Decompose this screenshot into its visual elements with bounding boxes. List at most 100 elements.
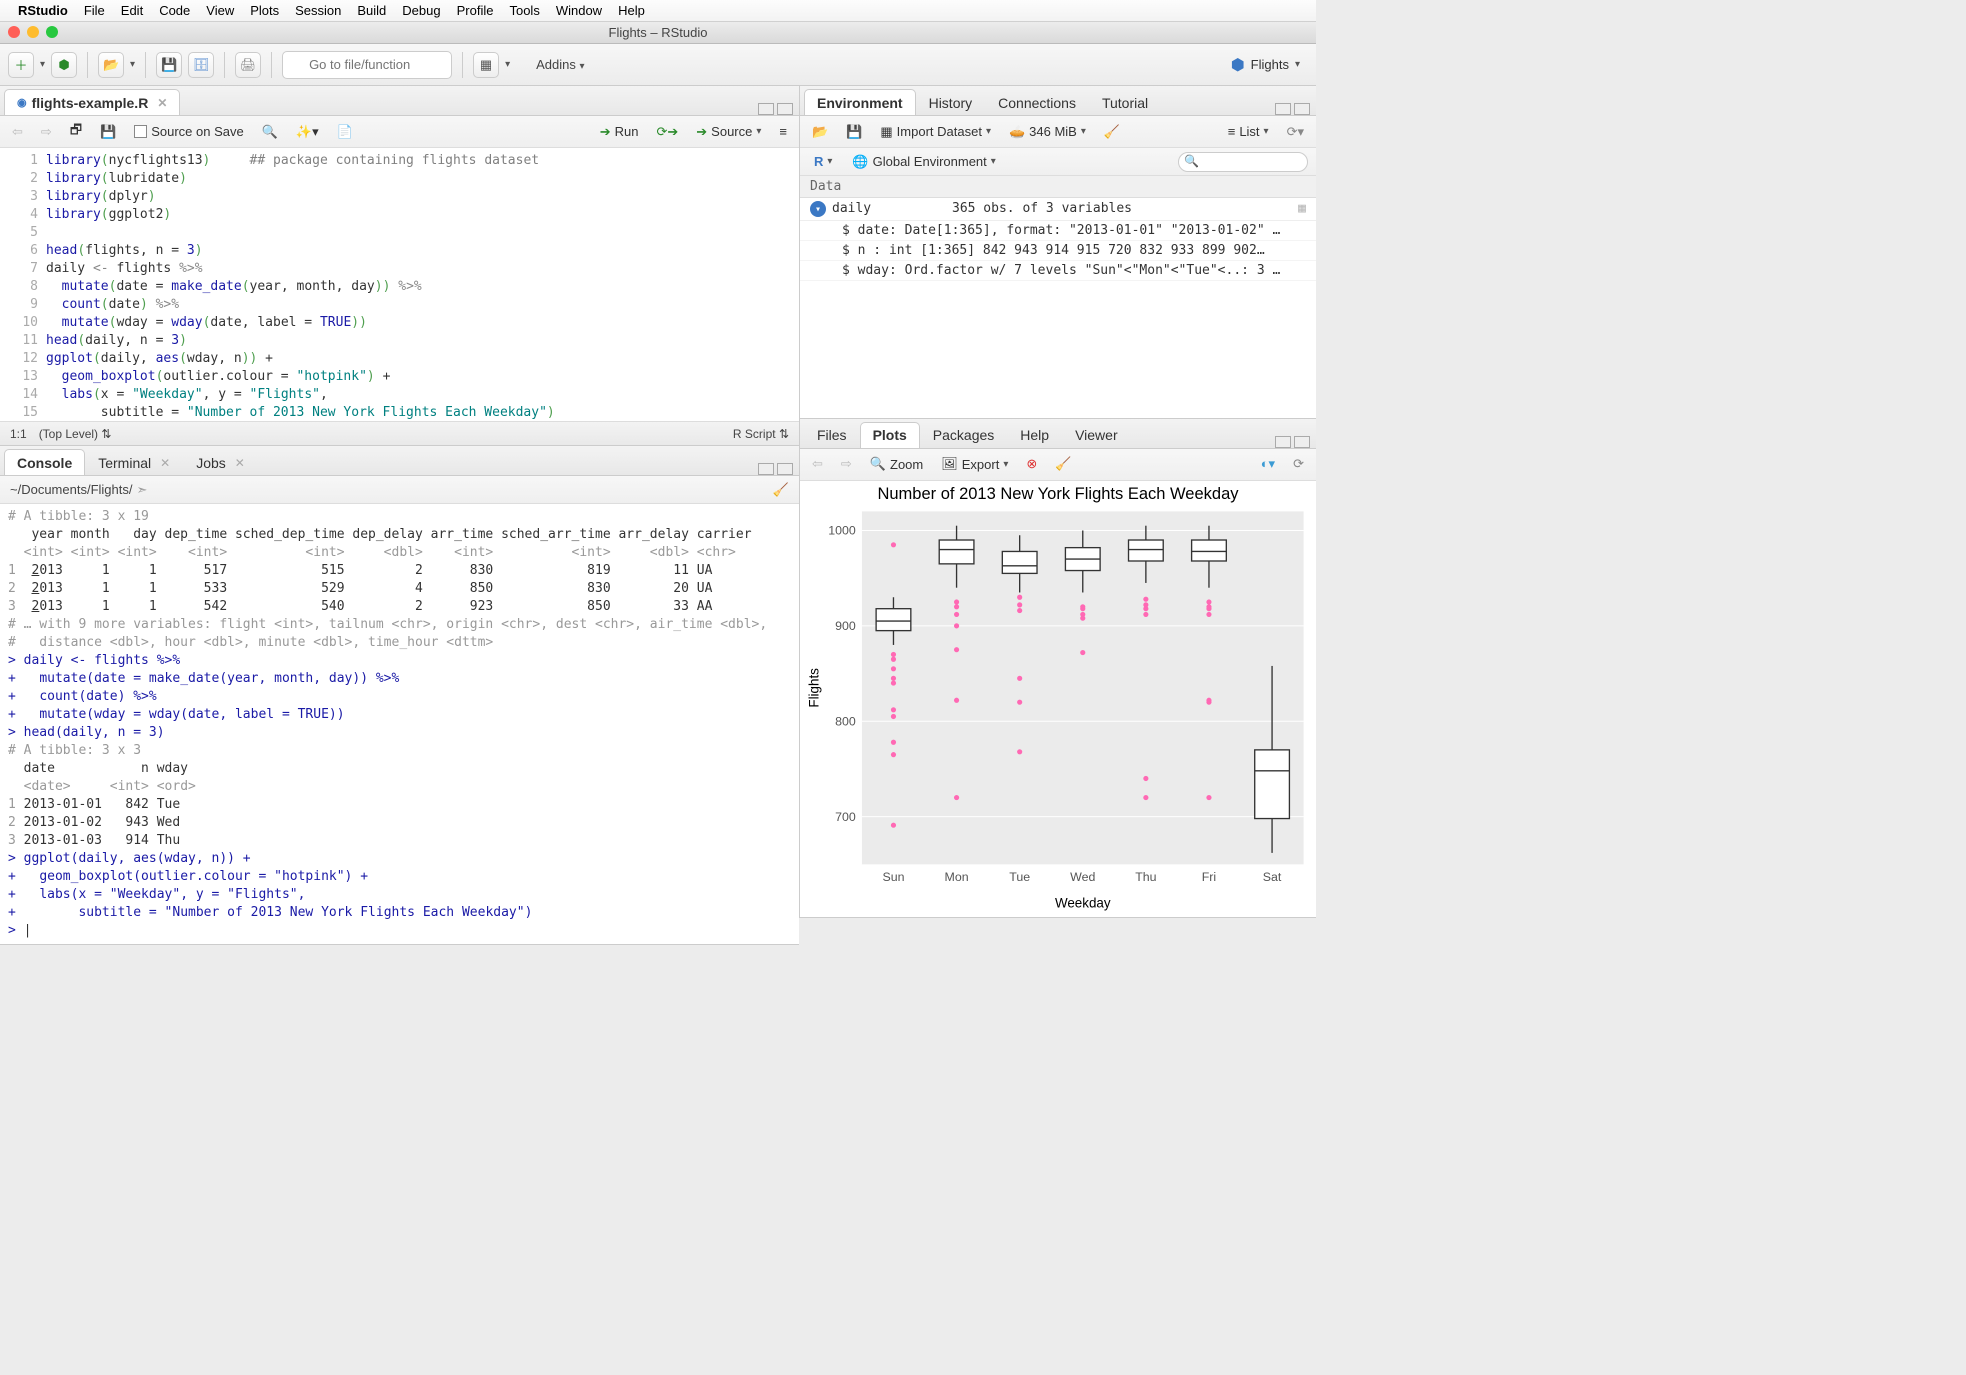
rerun-button[interactable]: ⟳➔	[650, 120, 684, 144]
history-tab[interactable]: History	[916, 89, 986, 115]
menu-tools[interactable]: Tools	[509, 3, 539, 18]
env-var-daily[interactable]: ▾ daily 365 obs. of 3 variables ▦	[800, 198, 1316, 221]
source-statusbar: 1:1 (Top Level) ⇅ R Script ⇅	[0, 421, 799, 445]
minimize-pane-button[interactable]	[758, 103, 774, 115]
help-tab[interactable]: Help	[1007, 422, 1062, 448]
menu-view[interactable]: View	[206, 3, 234, 18]
menu-help[interactable]: Help	[618, 3, 645, 18]
connections-tab[interactable]: Connections	[985, 89, 1089, 115]
source-button[interactable]: ➔Source ▾	[690, 120, 767, 144]
viewer-tab[interactable]: Viewer	[1062, 422, 1131, 448]
new-file-button[interactable]: ＋	[8, 52, 34, 78]
code-editor[interactable]: 12345678910111213141516 library(nycfligh…	[0, 148, 799, 421]
refresh-env-button[interactable]: ⟳▾	[1281, 120, 1310, 144]
close-tab-icon[interactable]: ✕	[157, 96, 167, 110]
menu-build[interactable]: Build	[357, 3, 386, 18]
jobs-tab[interactable]: Jobs✕	[183, 449, 258, 475]
print-button[interactable]: 🖨	[235, 52, 261, 78]
console-tab[interactable]: Console	[4, 449, 85, 475]
plots-tabbar: Files Plots Packages Help Viewer	[800, 419, 1316, 449]
remove-plot-button[interactable]: ⊗	[1020, 452, 1043, 476]
menu-plots[interactable]: Plots	[250, 3, 279, 18]
menu-code[interactable]: Code	[159, 3, 190, 18]
import-dataset-button[interactable]: ▦ Import Dataset ▾	[874, 120, 997, 144]
menu-edit[interactable]: Edit	[121, 3, 143, 18]
save-button[interactable]: 💾	[156, 52, 182, 78]
svg-text:700: 700	[835, 809, 856, 823]
refresh-plot-button[interactable]: ⟳	[1287, 452, 1310, 476]
show-in-new-window-button[interactable]: 🗗	[64, 120, 88, 144]
run-button[interactable]: ➔Run	[594, 120, 645, 144]
clear-plots-button[interactable]: 🧹	[1049, 452, 1077, 476]
svg-text:Tue: Tue	[1009, 869, 1030, 883]
language-scope[interactable]: R ▾	[808, 150, 838, 174]
save-all-button[interactable]: 🗄	[188, 52, 214, 78]
view-mode-button[interactable]: ≡ List ▾	[1222, 120, 1275, 144]
maximize-console-button[interactable]	[777, 463, 793, 475]
clear-env-button[interactable]: 🧹	[1098, 120, 1126, 144]
source-tab[interactable]: ◉ flights-example.R ✕	[4, 89, 180, 115]
environment-tab[interactable]: Environment	[804, 89, 916, 115]
minimize-env-button[interactable]	[1275, 103, 1291, 115]
expand-icon[interactable]: ▾	[810, 201, 826, 217]
window-zoom-button[interactable]	[46, 26, 58, 38]
grid-icon[interactable]: ▦	[1298, 201, 1306, 217]
plot-canvas: 7008009001000SunMonTueWedThuFriSatNumber…	[800, 481, 1316, 917]
project-name: Flights	[1251, 57, 1289, 72]
load-workspace-button[interactable]: 📂	[806, 120, 834, 144]
grid-button[interactable]: ▦	[473, 52, 499, 78]
publish-button[interactable]: ◐▾	[1255, 452, 1281, 476]
maximize-plots-button[interactable]	[1294, 436, 1310, 448]
tutorial-tab[interactable]: Tutorial	[1089, 89, 1161, 115]
main-toolbar: ＋▾ ⬢ 📂▾ 💾 🗄 🖨 ➣ ▦▾ Addins ▾ ⬢ Flights ▾	[0, 44, 1316, 86]
wand-button[interactable]: ✨▾	[290, 120, 325, 144]
outline-button[interactable]: ≡	[773, 120, 793, 144]
menu-session[interactable]: Session	[295, 3, 341, 18]
maximize-env-button[interactable]	[1294, 103, 1310, 115]
source-toolbar: ⇦ ⇨ 🗗 💾 Source on Save 🔍 ✨▾ 📄 ➔Run ⟳➔ ➔S…	[0, 116, 799, 148]
env-detail-wday: $ wday: Ord.factor w/ 7 levels "Sun"<"Mo…	[800, 261, 1316, 281]
working-directory[interactable]: ~/Documents/Flights/	[10, 482, 132, 497]
addins-menu[interactable]: Addins ▾	[526, 53, 594, 76]
terminal-tab[interactable]: Terminal✕	[85, 449, 183, 475]
scope-indicator[interactable]: (Top Level) ⇅	[39, 427, 112, 441]
compile-report-button[interactable]: 📄	[331, 120, 359, 144]
forward-button[interactable]: ⇨	[35, 120, 58, 144]
open-file-button[interactable]: 📂	[98, 52, 124, 78]
save-source-button[interactable]: 💾	[94, 120, 122, 144]
svg-text:1000: 1000	[828, 523, 856, 537]
app-name[interactable]: RStudio	[18, 3, 68, 18]
prev-plot-button[interactable]: ⇦	[806, 452, 829, 476]
menu-debug[interactable]: Debug	[402, 3, 440, 18]
next-plot-button[interactable]: ⇨	[835, 452, 858, 476]
env-scope[interactable]: 🌐 Global Environment ▾	[846, 150, 1001, 174]
project-menu[interactable]: ⬢ Flights ▾	[1223, 55, 1308, 75]
file-type-indicator[interactable]: R Script ⇅	[733, 427, 789, 441]
env-tabbar: Environment History Connections Tutorial	[800, 86, 1316, 116]
minimize-console-button[interactable]	[758, 463, 774, 475]
plots-tab[interactable]: Plots	[860, 422, 920, 448]
wd-arrow-icon[interactable]: ➣	[136, 482, 147, 498]
save-workspace-button[interactable]: 💾	[840, 120, 868, 144]
find-button[interactable]: 🔍	[256, 120, 284, 144]
r-file-icon: ◉	[17, 96, 27, 109]
svg-text:Flights: Flights	[807, 667, 822, 707]
memory-indicator[interactable]: 🥧 346 MiB ▾	[1003, 120, 1092, 144]
window-minimize-button[interactable]	[27, 26, 39, 38]
console-output[interactable]: # A tibble: 3 x 19 year month day dep_ti…	[0, 504, 799, 944]
zoom-button[interactable]: 🔍 Zoom	[864, 452, 929, 476]
menu-profile[interactable]: Profile	[457, 3, 494, 18]
back-button[interactable]: ⇦	[6, 120, 29, 144]
minimize-plots-button[interactable]	[1275, 436, 1291, 448]
window-close-button[interactable]	[8, 26, 20, 38]
export-button[interactable]: 🖼 Export ▾	[935, 452, 1014, 476]
new-project-button[interactable]: ⬢	[51, 52, 77, 78]
clear-console-button[interactable]: 🧹	[773, 482, 789, 498]
files-tab[interactable]: Files	[804, 422, 860, 448]
menu-file[interactable]: File	[84, 3, 105, 18]
menu-window[interactable]: Window	[556, 3, 602, 18]
maximize-pane-button[interactable]	[777, 103, 793, 115]
packages-tab[interactable]: Packages	[920, 422, 1007, 448]
goto-file-input[interactable]	[282, 51, 452, 79]
source-on-save-checkbox[interactable]: Source on Save	[128, 120, 250, 144]
